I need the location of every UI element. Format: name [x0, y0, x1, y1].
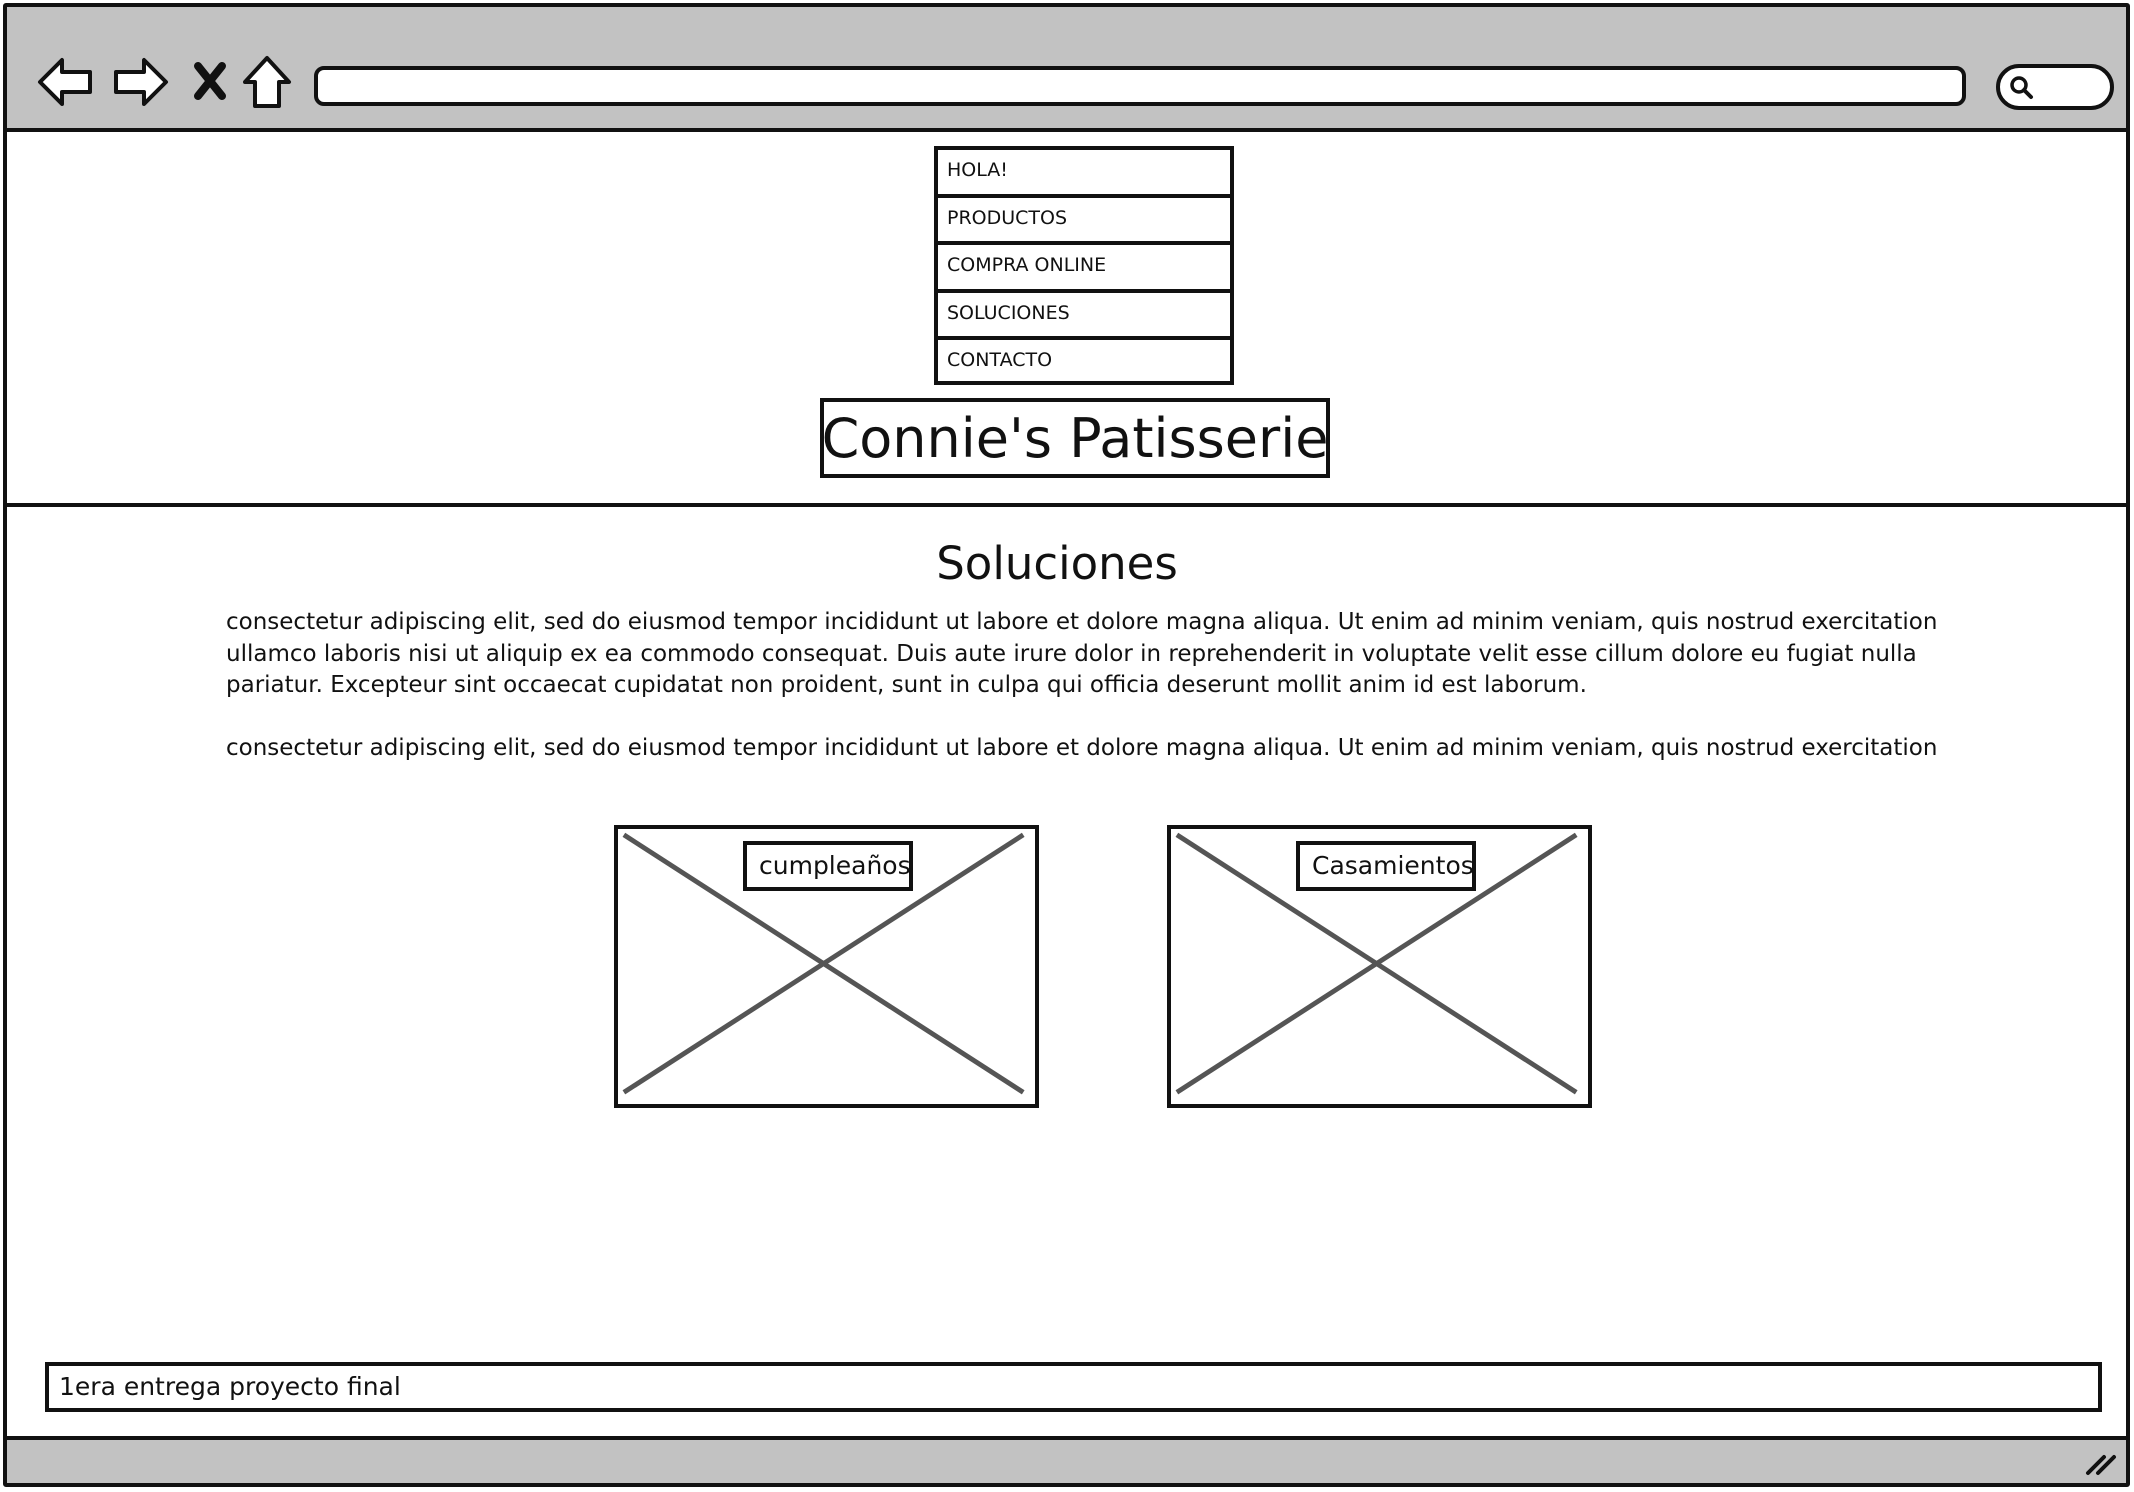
card-label: Casamientos: [1296, 841, 1476, 891]
body-paragraph: consectetur adipiscing elit, sed do eius…: [226, 609, 1938, 698]
site-logo[interactable]: Connie's Patisserie: [820, 398, 1330, 478]
card-label: cumpleaños: [743, 841, 913, 891]
browser-window: HOLA! PRODUCTOS COMPRA ONLINE SOLUCIONES…: [3, 3, 2130, 1487]
site-header: HOLA! PRODUCTOS COMPRA ONLINE SOLUCIONES…: [7, 132, 2126, 507]
footer-text: 1era entrega proyecto final: [45, 1362, 2102, 1412]
browser-toolbar: [7, 7, 2126, 132]
image-placeholder-cumpleanos[interactable]: cumpleaños: [614, 825, 1039, 1108]
address-bar[interactable]: [314, 66, 1966, 106]
page-title: Soluciones: [936, 537, 1178, 590]
back-arrow-icon[interactable]: [35, 51, 97, 113]
main-menu: HOLA! PRODUCTOS COMPRA ONLINE SOLUCIONES…: [934, 146, 1234, 385]
search-icon: [2010, 76, 2033, 99]
home-icon[interactable]: [236, 51, 298, 113]
menu-item-productos[interactable]: PRODUCTOS: [934, 193, 1234, 241]
resize-grip-icon[interactable]: [2082, 1447, 2118, 1477]
forward-arrow-icon[interactable]: [109, 51, 171, 113]
stop-icon[interactable]: [179, 51, 241, 113]
status-bar: [7, 1436, 2126, 1483]
image-placeholder-casamientos[interactable]: Casamientos: [1167, 825, 1592, 1108]
menu-item-contacto[interactable]: CONTACTO: [934, 336, 1234, 385]
body-paragraph: consectetur adipiscing elit, sed do eius…: [226, 735, 1938, 761]
menu-item-hola[interactable]: HOLA!: [934, 146, 1234, 194]
search-box[interactable]: [1996, 64, 2114, 110]
menu-item-compra-online[interactable]: COMPRA ONLINE: [934, 241, 1234, 289]
menu-item-soluciones[interactable]: SOLUCIONES: [934, 288, 1234, 336]
